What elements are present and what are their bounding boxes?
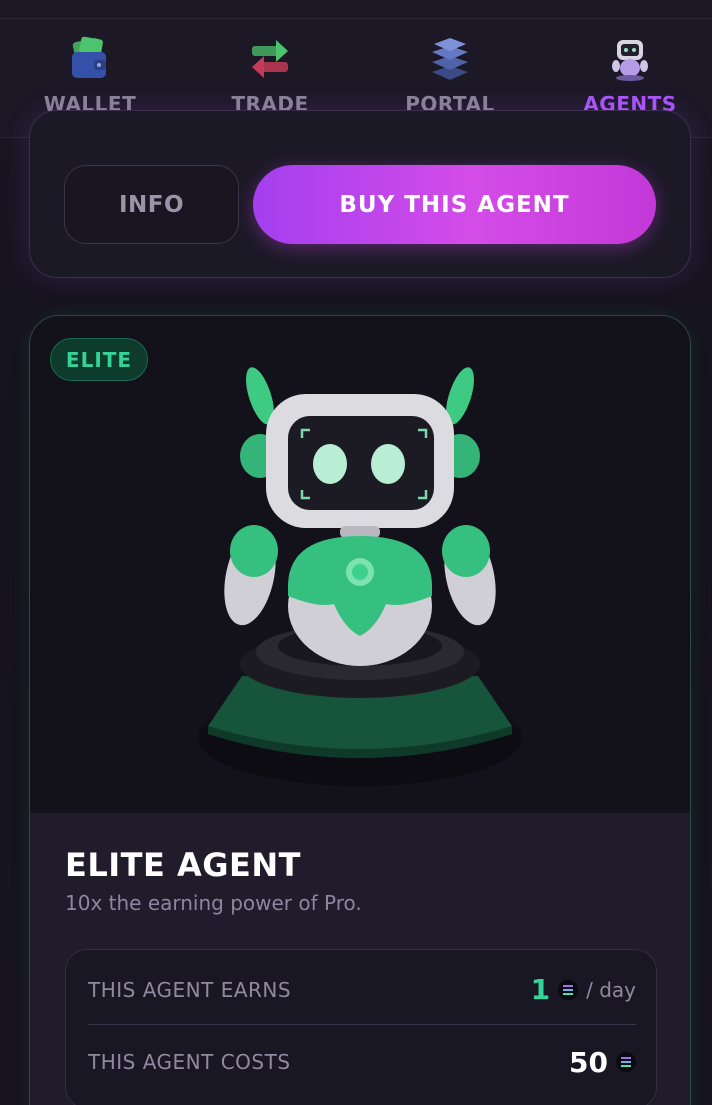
cost-label: THIS AGENT COSTS <box>88 1050 291 1074</box>
wallet-icon <box>72 36 106 78</box>
robot-illustration <box>198 367 522 786</box>
tier-badge: ELITE <box>50 338 148 381</box>
divider <box>0 18 712 19</box>
solana-icon <box>558 979 579 1000</box>
solana-icon <box>616 1052 636 1072</box>
agent-stats: THIS AGENT EARNS 1 / day THIS AGENT COST… <box>65 949 657 1105</box>
earnings-value-group: 1 / day <box>531 973 636 1006</box>
agent-description: 10x the earning power of Pro. <box>65 891 362 915</box>
earnings-unit: / day <box>586 977 636 1002</box>
earnings-label: THIS AGENT EARNS <box>88 977 292 1002</box>
buy-agent-button[interactable]: BUY THIS AGENT <box>253 165 656 244</box>
agent-card: ELITE ELITE AGENT 10x the earning power … <box>29 315 691 1105</box>
earnings-value: 1 <box>530 973 551 1006</box>
agent-image: ELITE <box>30 316 690 813</box>
robot-icon <box>612 40 648 81</box>
agent-title: ELITE AGENT <box>65 846 301 884</box>
cost-value: 50 <box>569 1045 608 1079</box>
cost-value-group: 50 <box>569 1046 636 1079</box>
app-screen: WALLET TRADE PORTAL AGENTS INFO BUY THIS… <box>0 0 712 1105</box>
cost-row: THIS AGENT COSTS 50 <box>88 1027 636 1097</box>
portal-stack-icon <box>432 38 468 80</box>
trade-arrows-icon <box>252 40 288 78</box>
info-button[interactable]: INFO <box>64 165 239 244</box>
earnings-row: THIS AGENT EARNS 1 / day <box>88 955 636 1025</box>
